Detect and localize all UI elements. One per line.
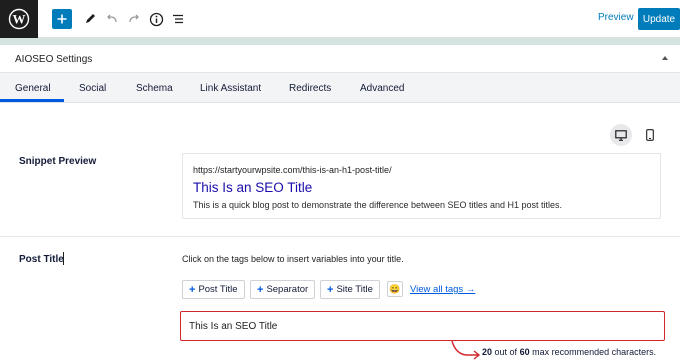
- settings-title: AIOSEO Settings: [15, 54, 93, 65]
- undo-icon: [107, 14, 117, 23]
- editor-toolbar: W Preview Update: [0, 0, 680, 38]
- post-title-instruction: Click on the tags below to insert variab…: [182, 254, 404, 264]
- emoji-picker-button[interactable]: 😀: [387, 281, 403, 297]
- redo-button[interactable]: [124, 9, 144, 29]
- info-icon: [149, 12, 163, 26]
- chevron-up-icon[interactable]: [662, 56, 668, 60]
- character-count: 20: [482, 347, 493, 357]
- tag-separator-button[interactable]: + Separator: [250, 280, 316, 299]
- tag-label: Post Title: [198, 284, 238, 295]
- text-cursor: [63, 252, 64, 265]
- tag-post-title-button[interactable]: + Post Title: [182, 280, 245, 299]
- settings-panel-header[interactable]: AIOSEO Settings: [0, 45, 680, 73]
- svg-text:W: W: [13, 12, 26, 27]
- add-block-button[interactable]: [52, 9, 72, 29]
- post-title-label: Post Title: [19, 254, 64, 265]
- tab-redirects[interactable]: Redirects: [289, 83, 331, 94]
- settings-tabs: General Social Schema Link Assistant Red…: [0, 73, 680, 103]
- tab-schema[interactable]: Schema: [136, 83, 173, 94]
- emoji-icon: 😀: [389, 283, 401, 294]
- tag-label: Site Title: [336, 284, 373, 295]
- tag-label: Separator: [266, 284, 309, 295]
- counter-suffix: max recommended characters.: [532, 347, 657, 357]
- redo-icon: [129, 14, 139, 23]
- tab-advanced[interactable]: Advanced: [360, 83, 404, 94]
- view-all-tags-link[interactable]: View all tags →: [410, 284, 475, 295]
- desktop-icon: [615, 129, 627, 141]
- character-counter: 20 out of 60 max recommended characters.: [482, 347, 656, 357]
- undo-button[interactable]: [102, 9, 122, 29]
- counter-out-of: out of: [494, 347, 518, 357]
- snippet-title: This Is an SEO Title: [193, 180, 313, 195]
- list-view-button[interactable]: [168, 9, 188, 29]
- plus-icon: +: [189, 283, 196, 296]
- wordpress-logo-icon[interactable]: W: [0, 0, 38, 38]
- mobile-preview-toggle[interactable]: [640, 124, 660, 146]
- plus-icon: +: [257, 283, 264, 296]
- plus-icon: [57, 14, 67, 24]
- active-tab-indicator: [0, 99, 64, 102]
- pencil-icon: [86, 14, 95, 23]
- tag-site-title-button[interactable]: + Site Title: [320, 280, 380, 299]
- snippet-description: This is a quick blog post to demonstrate…: [193, 200, 563, 210]
- update-button[interactable]: Update: [638, 8, 680, 30]
- tab-general[interactable]: General: [15, 83, 51, 94]
- list-view-icon: [173, 14, 183, 24]
- section-divider: [0, 236, 680, 237]
- tools-button[interactable]: [80, 9, 100, 29]
- snippet-preview-label: Snippet Preview: [19, 156, 97, 167]
- snippet-preview-box: https://startyourwpsite.com/this-is-an-h…: [182, 153, 661, 219]
- character-max: 60: [519, 347, 530, 357]
- snippet-url: https://startyourwpsite.com/this-is-an-h…: [193, 165, 392, 175]
- desktop-preview-toggle[interactable]: [610, 124, 632, 146]
- mobile-icon: [646, 129, 654, 141]
- top-divider-strip: [0, 38, 680, 45]
- tab-link-assistant[interactable]: Link Assistant: [200, 83, 261, 94]
- plus-icon: +: [327, 283, 334, 296]
- preview-button[interactable]: Preview: [598, 12, 634, 23]
- tab-social[interactable]: Social: [79, 83, 106, 94]
- details-button[interactable]: [146, 9, 166, 29]
- red-arrow-icon: [451, 340, 481, 360]
- post-title-input[interactable]: [180, 311, 665, 341]
